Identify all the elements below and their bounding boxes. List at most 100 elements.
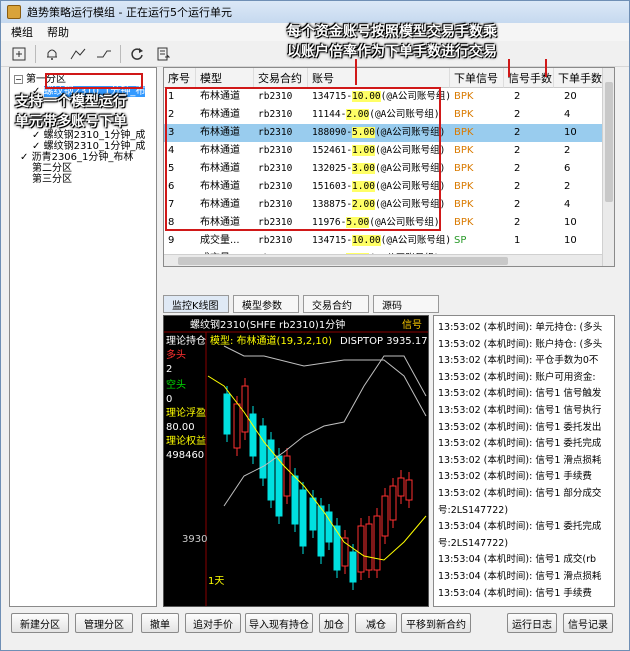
annotation-box-accounts xyxy=(165,87,441,231)
cell-model: 成交量... xyxy=(200,235,240,246)
log-line: 号:2LS147722) xyxy=(438,504,509,516)
unit-tree[interactable]: − 第一分区 ✓ 螺纹钢2310_1分钟_布 ✓ 螺纹钢2310_1分钟_成 ✓ … xyxy=(9,67,157,607)
kline-chart[interactable]: 螺纹钢2310 (SHFE rb2310)1分钟 信号 模型: 布林通道(19,… xyxy=(163,315,429,607)
cell-account: 134715-10.00(@A公司账号组) xyxy=(312,235,452,246)
cell-signal-qty: 2 xyxy=(514,199,521,210)
candle-body xyxy=(333,525,341,571)
toolbar-separator xyxy=(120,44,121,63)
scroll-thumb[interactable] xyxy=(605,82,613,202)
candle-body xyxy=(365,523,373,571)
candle-body xyxy=(241,385,249,433)
side-float-pnl-label: 理论浮盈 xyxy=(166,406,206,419)
toolbar-separator xyxy=(35,44,36,63)
bottom-button-bar: 新建分区 管理分区 撤单 追对手价 导入现有持仓 加仓 减仓 平移到新合约 运行… xyxy=(1,613,629,639)
column-header-contract[interactable]: 交易合约 xyxy=(254,68,308,88)
collapse-icon[interactable]: − xyxy=(14,75,23,84)
export-icon[interactable] xyxy=(153,44,173,64)
cell-signal: BPK xyxy=(454,145,474,156)
log-line: 13:53:04 (本机时间): 信号1 滑点损耗 xyxy=(438,571,602,582)
bottom-tabs: 监控K线图 模型参数 交易合约 源码 xyxy=(163,295,439,313)
app-window: 趋势策略运行模组 - 正在运行5个运行单元 模组 帮助 − 第一分区 ✓ 螺纹钢… xyxy=(0,0,630,651)
annotation-left-line2: 单元带多账号下单 xyxy=(15,114,127,130)
cell-signal: BPK xyxy=(454,199,474,210)
tab-kline-monitor[interactable]: 监控K线图 xyxy=(163,295,229,313)
log-line: 13:53:02 (本机时间): 信号1 滑点损耗 xyxy=(438,454,602,466)
cell-signal: BPK xyxy=(454,163,474,174)
log-line: 13:53:04 (本机时间): 信号1 委托完成 xyxy=(438,521,602,533)
chart-header-contract: (SHFE rb2310)1分钟 xyxy=(246,318,345,331)
candle-body xyxy=(259,425,267,479)
log-line: 13:53:02 (本机时间): 信号1 信号触发 xyxy=(438,388,602,400)
candle-body xyxy=(357,525,365,573)
side-float-pnl-value: 80.00 xyxy=(166,422,195,433)
candle-body xyxy=(317,505,325,557)
cell-signal: BPK xyxy=(454,91,474,102)
log-line: 13:53:02 (本机时间): 单元持仓: (多头 xyxy=(438,322,603,333)
chart-header: 螺纹钢2310 xyxy=(190,318,245,331)
cell-signal-qty: 2 xyxy=(514,217,521,228)
candle-body xyxy=(283,455,291,497)
window-title: 趋势策略运行模组 - 正在运行5个运行单元 xyxy=(27,6,232,19)
table-row[interactable]: 9 成交量... rb2310 134715-10.00(@A公司账号组) SP 1 10 xyxy=(164,232,604,250)
log-line: 13:53:02 (本机时间): 账户可用资金: xyxy=(438,371,596,383)
column-header-signal[interactable]: 下单信号 xyxy=(450,68,504,88)
add-position-button[interactable]: 加仓 xyxy=(319,613,349,633)
trend-up-icon[interactable] xyxy=(68,44,88,64)
tab-contract[interactable]: 交易合约 xyxy=(303,295,369,313)
grid-horizontal-scrollbar[interactable] xyxy=(164,254,602,266)
bell-icon[interactable] xyxy=(42,44,62,64)
log-line: 号:2LS147722) xyxy=(438,537,509,549)
price-axis-label: 3930 xyxy=(182,534,207,545)
candle-body xyxy=(309,497,317,531)
cell-signal: SP xyxy=(454,235,467,246)
chart-model-label: 模型: 布林通道(19,3,2,10) xyxy=(210,334,332,347)
candle-body xyxy=(249,413,257,457)
cell-order-qty: 2 xyxy=(564,145,571,156)
side-long-label: 多头 xyxy=(166,348,186,361)
refresh-icon[interactable] xyxy=(127,44,147,64)
side-equity-label: 理论权益 xyxy=(166,434,206,447)
tab-model-params[interactable]: 模型参数 xyxy=(233,295,299,313)
chase-price-button[interactable]: 追对手价 xyxy=(185,613,241,633)
column-header-model[interactable]: 模型 xyxy=(196,68,254,88)
manage-partition-button[interactable]: 管理分区 xyxy=(75,613,133,633)
candle-body xyxy=(373,515,381,571)
cell-order-qty: 10 xyxy=(564,217,577,228)
log-line: 13:53:02 (本机时间): 平仓手数为0不 xyxy=(438,355,599,367)
bollinger-mid-line xyxy=(207,375,427,561)
chart-disptop: DISPTOP 3935.17 xyxy=(340,336,428,347)
column-header-no[interactable]: 序号 xyxy=(164,68,196,88)
menu-module[interactable]: 模组 xyxy=(11,24,33,40)
trend-down-icon[interactable] xyxy=(94,44,114,64)
run-log-button[interactable]: 运行日志 xyxy=(507,613,557,633)
candle-body xyxy=(349,551,357,583)
add-icon[interactable] xyxy=(9,44,29,64)
reduce-position-button[interactable]: 减仓 xyxy=(355,613,397,633)
chart-period-label: 1天 xyxy=(208,576,224,587)
run-log[interactable]: 13:53:02 (本机时间): 单元持仓: (多头 13:53:02 (本机时间… xyxy=(433,315,615,607)
column-header-account[interactable]: 账号 xyxy=(308,68,450,88)
cell-order-qty: 10 xyxy=(564,235,577,246)
cell-signal-qty: 2 xyxy=(514,163,521,174)
cancel-order-button[interactable]: 撤单 xyxy=(141,613,179,633)
import-position-button[interactable]: 导入现有持仓 xyxy=(245,613,313,633)
grid-vertical-scrollbar[interactable] xyxy=(602,68,614,266)
cell-signal-qty: 2 xyxy=(514,91,521,102)
tab-source[interactable]: 源码 xyxy=(373,295,439,313)
log-line: 13:53:04 (本机时间): 信号1 成交(rb xyxy=(438,554,597,566)
check-icon: ✓ xyxy=(20,152,29,163)
log-line: 13:53:02 (本机时间): 信号1 部分成交 xyxy=(438,488,602,499)
cell-signal: BPK xyxy=(454,217,474,228)
log-line: 13:53:02 (本机时间): 账户持仓: (多头 xyxy=(438,338,603,350)
roll-contract-button[interactable]: 平移到新合约 xyxy=(401,613,471,633)
tree-node-partition-3[interactable]: 第三分区 xyxy=(32,170,72,185)
signal-record-button[interactable]: 信号记录 xyxy=(563,613,613,633)
menu-help[interactable]: 帮助 xyxy=(47,24,69,40)
annotation-arrow xyxy=(355,59,357,85)
new-partition-button[interactable]: 新建分区 xyxy=(11,613,69,633)
cell-signal: BPK xyxy=(454,109,474,120)
candle-body xyxy=(389,485,397,521)
column-header-order-qty[interactable]: 下单手数 xyxy=(554,68,604,88)
side-long-value: 2 xyxy=(166,364,172,375)
scroll-thumb[interactable] xyxy=(178,257,508,265)
